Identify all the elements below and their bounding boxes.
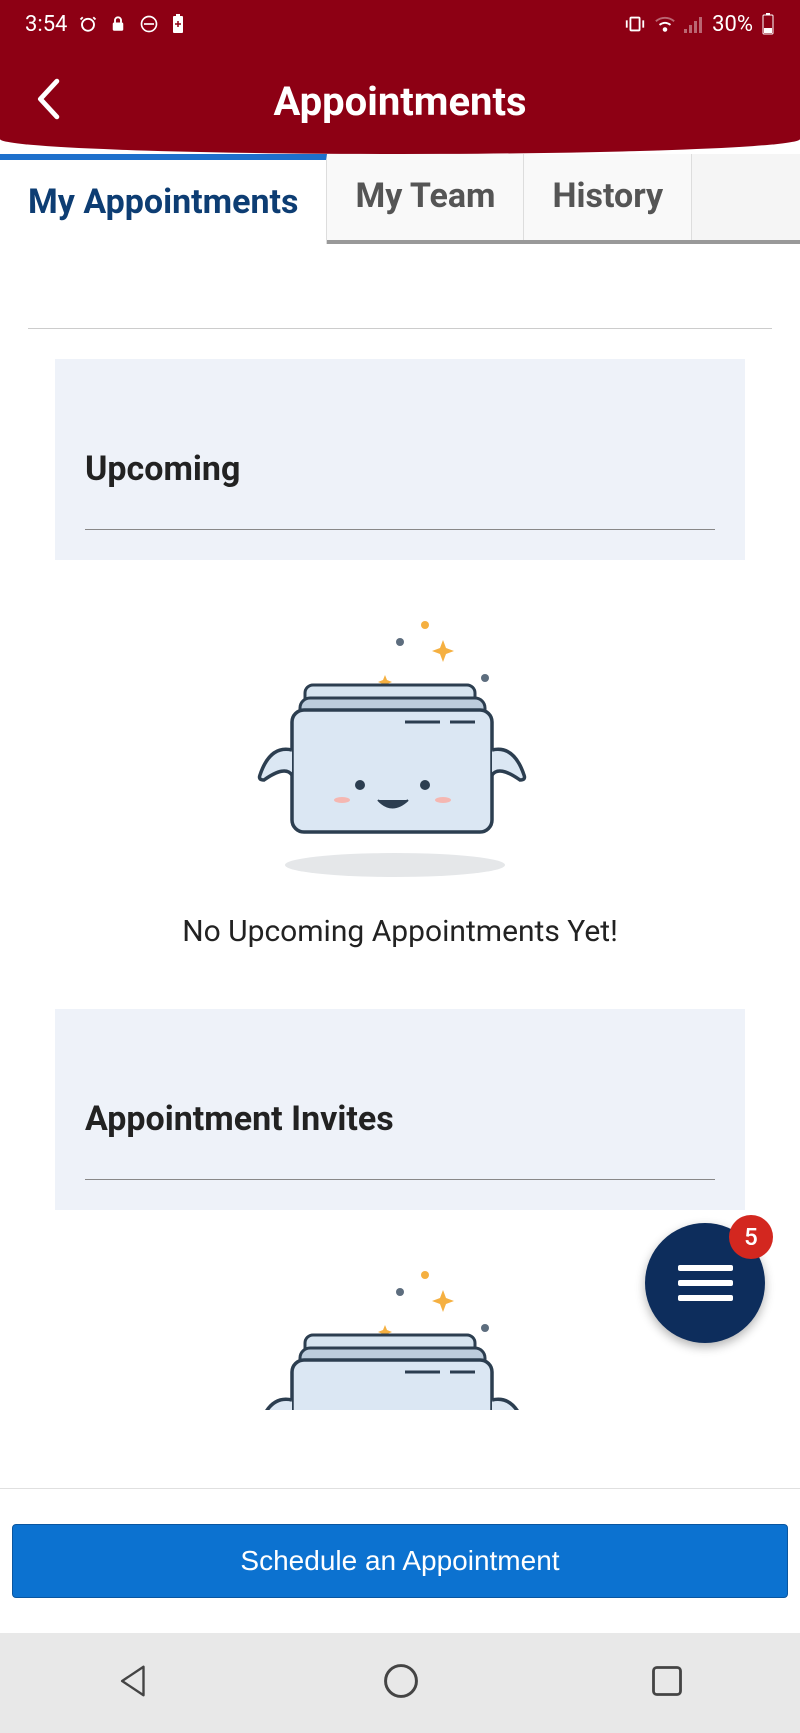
content-spacer — [28, 244, 772, 329]
alarm-icon — [79, 15, 97, 33]
tab-my-team[interactable]: My Team — [327, 154, 524, 240]
app-header: Appointments — [0, 48, 800, 154]
back-button[interactable] — [35, 77, 65, 125]
nav-back-button[interactable] — [115, 1662, 153, 1704]
battery-icon — [761, 13, 775, 35]
nav-home-button[interactable] — [382, 1662, 420, 1704]
nav-recent-button[interactable] — [649, 1663, 685, 1703]
status-left: 3:54 — [25, 12, 185, 37]
signal-icon — [684, 15, 704, 33]
tab-history[interactable]: History — [524, 154, 692, 240]
upcoming-empty-message: No Upcoming Appointments Yet! — [30, 914, 770, 949]
invites-section: Appointment Invites — [55, 1009, 745, 1210]
tab-my-appointments[interactable]: My Appointments — [0, 154, 327, 244]
page-title: Appointments — [30, 78, 770, 125]
system-nav-bar — [0, 1633, 800, 1733]
fab-menu-button[interactable]: 5 — [645, 1223, 765, 1343]
hamburger-icon — [678, 1265, 733, 1301]
fab-badge: 5 — [729, 1215, 773, 1259]
tabs-container: My Appointments My Team History — [0, 154, 800, 244]
battery-plus-icon — [171, 14, 185, 34]
status-bar: 3:54 30% — [0, 0, 800, 48]
upcoming-section: Upcoming — [55, 359, 745, 560]
dnd-icon — [139, 14, 159, 34]
lock-icon — [109, 15, 127, 33]
wifi-icon — [654, 15, 676, 33]
battery-percent: 30% — [712, 12, 753, 37]
status-right: 30% — [624, 12, 775, 37]
vibrate-icon — [624, 15, 646, 33]
bottom-action-bar: Schedule an Appointment — [0, 1488, 800, 1633]
status-time: 3:54 — [25, 12, 67, 37]
invites-title: Appointment Invites — [85, 1099, 715, 1180]
empty-folder-icon — [30, 600, 770, 884]
schedule-button[interactable]: Schedule an Appointment — [12, 1524, 788, 1598]
upcoming-title: Upcoming — [85, 449, 715, 530]
